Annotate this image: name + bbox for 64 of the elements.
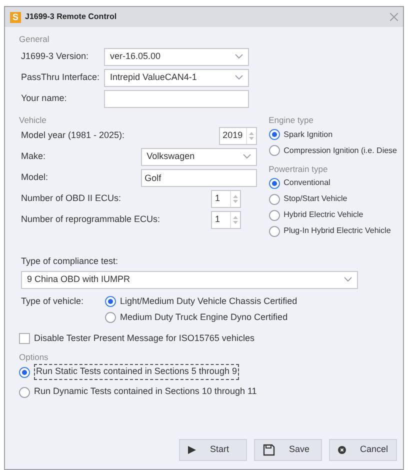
- section-heading: Vehicle: [19, 114, 48, 126]
- checkbox[interactable]: [19, 333, 30, 344]
- chevron-down-icon: [235, 54, 243, 60]
- radio-label: Stop/Start Vehicle: [284, 193, 348, 206]
- save-button[interactable]: Save: [254, 439, 322, 461]
- field-label: Number of OBD II ECUs:: [21, 192, 122, 205]
- spin-box[interactable]: 1: [211, 190, 241, 208]
- radio-button[interactable]: [268, 194, 280, 205]
- radio-button[interactable]: [268, 178, 280, 189]
- radio-button[interactable]: [19, 386, 30, 398]
- radio-label: Spark Ignition: [284, 128, 333, 140]
- spin-box[interactable]: 2019: [218, 126, 257, 144]
- field-label: Your name:: [21, 92, 68, 105]
- cancel-icon: [338, 444, 346, 456]
- radio-label: Medium Duty Truck Engine Dyno Certified: [120, 311, 288, 324]
- radio-button[interactable]: [19, 366, 30, 378]
- window-title: J1699-3 Remote Control: [25, 11, 117, 23]
- radio-label: Plug-In Hybrid Electric Vehicle: [284, 225, 391, 238]
- chevron-down-icon: [242, 154, 251, 159]
- radio-label: Run Dynamic Tests contained in Sections 10 through 11: [34, 385, 257, 398]
- close-icon[interactable]: [390, 13, 398, 21]
- start-button[interactable]: Start: [179, 439, 247, 461]
- cancel-button[interactable]: Cancel: [329, 439, 397, 461]
- spin-up-icon[interactable]: [233, 194, 238, 198]
- radio-label: Compression Ignition (i.e. Diese: [284, 144, 397, 156]
- radio-label: Hybrid Electric Vehicle: [284, 209, 364, 222]
- radio-button[interactable]: [268, 145, 280, 156]
- spin-down-icon[interactable]: [233, 200, 238, 202]
- field-label: Type of vehicle:: [21, 295, 85, 308]
- field-label: Number of reprogrammable ECUs:: [21, 212, 162, 226]
- spin-up-icon[interactable]: [248, 132, 254, 134]
- radio-label: Light/Medium Duty Vehicle Chassis Certified: [120, 295, 298, 308]
- radio-button[interactable]: [105, 312, 116, 324]
- spin-box[interactable]: 1: [211, 210, 241, 228]
- field-label: PassThru Interface:: [21, 71, 101, 84]
- field-label: J1699-3 Version:: [21, 50, 90, 63]
- dropdown[interactable]: Volkswagen: [140, 148, 257, 166]
- spin-down-icon[interactable]: [248, 136, 254, 140]
- section-heading: Powertrain type: [268, 162, 329, 176]
- section-heading: Engine type: [268, 114, 315, 126]
- dropdown[interactable]: ver-16.05.00: [104, 48, 249, 66]
- section-heading: General: [19, 33, 50, 46]
- radio-button[interactable]: [268, 210, 280, 221]
- section-heading: Options: [19, 351, 50, 364]
- field-label: Type of compliance test:: [20, 255, 120, 268]
- play-icon: [188, 446, 196, 454]
- model-field[interactable]: Golf: [140, 168, 257, 186]
- radio-button[interactable]: [268, 129, 280, 140]
- dropdown[interactable]: 9 China OBD with IUMPR: [21, 270, 358, 289]
- dropdown[interactable]: Intrepid ValueCAN4-1: [104, 68, 249, 87]
- field-label: Model year (1981 - 2025):: [21, 128, 125, 142]
- radio-label: Conventional: [284, 177, 330, 190]
- field-label: Model:: [21, 170, 48, 184]
- checkbox-label: Disable Tester Present Message for ISO15765 vehicles: [34, 332, 254, 345]
- radio-button[interactable]: [105, 296, 116, 308]
- radio-label: Run Static Tests contained in Sections 5 through 9: [34, 364, 239, 380]
- spin-down-icon[interactable]: [233, 220, 238, 224]
- chevron-down-icon: [344, 277, 352, 282]
- chevron-down-icon: [235, 75, 243, 80]
- spin-up-icon[interactable]: [233, 216, 238, 218]
- app-logo-icon: S: [10, 12, 21, 22]
- field-label: Make:: [21, 150, 46, 163]
- radio-button[interactable]: [268, 226, 280, 237]
- name-field[interactable]: [104, 90, 249, 108]
